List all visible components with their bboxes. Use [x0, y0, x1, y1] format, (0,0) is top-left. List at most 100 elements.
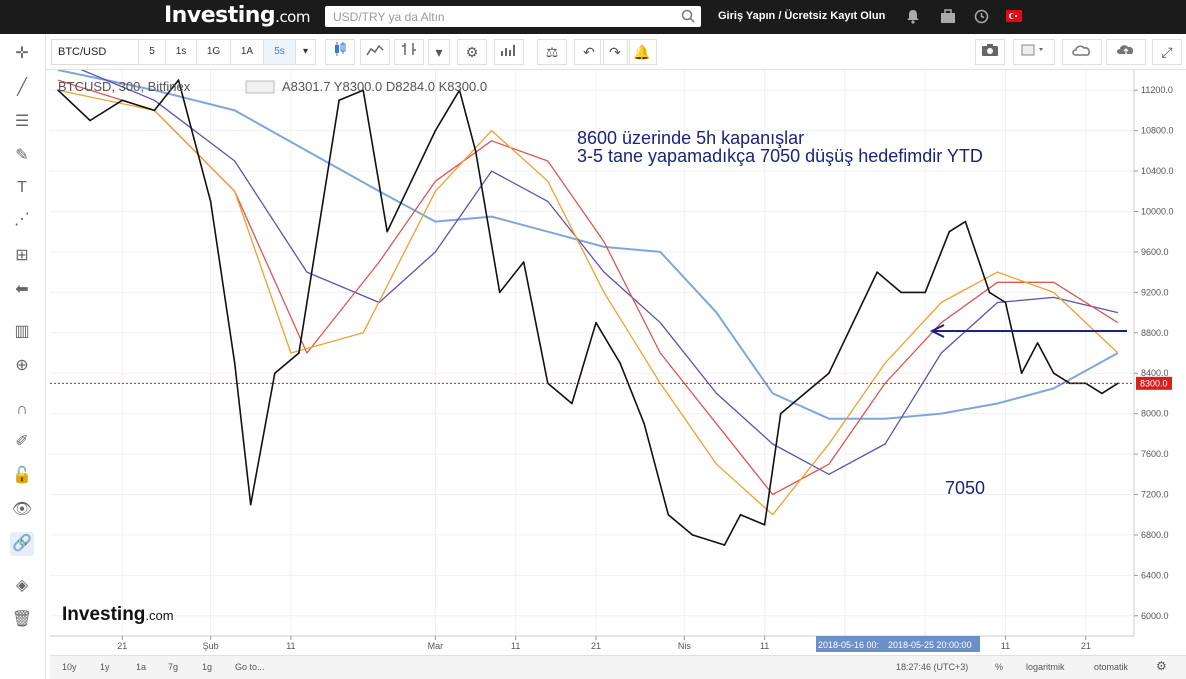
price-point: [338, 99, 340, 102]
price-point: [876, 271, 878, 273]
drawing-tools-sidebar: ✛ ╱ ☰ ✎ T ⋰ ⊞ ⬅ ▥ ⊕ ∩ ✐ 🔓 👁 🔗 ◈ 🗑: [0, 34, 46, 679]
trash-icon[interactable]: 🗑: [10, 608, 34, 632]
range-1a-button[interactable]: 1a: [136, 662, 146, 672]
alert-bell-icon[interactable]: 🔔: [627, 39, 657, 65]
back-arrow-icon[interactable]: ⬅: [10, 278, 34, 302]
settings-gear-icon[interactable]: ⚙: [457, 39, 487, 65]
x-tick-label: 21: [1081, 641, 1091, 651]
price-point: [1101, 392, 1103, 395]
annotation-target: 7050: [945, 478, 985, 498]
percent-toggle[interactable]: %: [995, 662, 1003, 672]
goto-button[interactable]: Go to...: [235, 662, 265, 672]
ruler-icon[interactable]: ▥: [10, 320, 34, 344]
portfolio-icon[interactable]: [940, 9, 956, 29]
y-tick-label: 7600.0: [1141, 449, 1169, 459]
watermark-logo: Investing.com: [62, 604, 174, 625]
y-tick-label: 8400.0: [1141, 368, 1169, 378]
cloud-save-icon[interactable]: [1062, 39, 1102, 65]
x-tick-label: Mar: [428, 641, 444, 651]
price-point: [723, 544, 726, 546]
search-input[interactable]: USD/TRY ya da Altın: [325, 6, 701, 27]
candlestick-icon[interactable]: [325, 39, 355, 65]
price-point: [1052, 372, 1055, 375]
indicators-icon[interactable]: [394, 39, 424, 65]
annotation-line-2: 3-5 tane yapamadıkça 7050 düşüş hedefimd…: [577, 146, 983, 166]
investing-logo[interactable]: Investing.com: [164, 3, 310, 28]
compare-scale-icon[interactable]: ⚖: [537, 39, 567, 65]
y-tick-label: 8000.0: [1141, 409, 1169, 419]
cloud-upload-icon[interactable]: [1106, 39, 1146, 65]
crosshair-icon[interactable]: ✛: [10, 42, 34, 66]
x-tick-label: 11: [511, 641, 520, 651]
x-tick-label: 11: [286, 641, 295, 651]
range-1g-button[interactable]: 1g: [202, 662, 212, 672]
lock-icon[interactable]: 🔓: [10, 464, 34, 488]
pencil-lock-icon[interactable]: ✐: [10, 430, 34, 454]
interval-dropdown-button[interactable]: ▾: [296, 39, 316, 65]
zoom-in-icon[interactable]: ⊕: [10, 354, 34, 378]
auto-toggle[interactable]: otomatik: [1094, 662, 1128, 672]
symbol-input[interactable]: BTC/USD: [51, 39, 139, 65]
price-point: [249, 503, 252, 506]
pattern-tool-icon[interactable]: ⋰: [10, 208, 34, 232]
camera-icon[interactable]: [975, 39, 1005, 65]
studies-bars-icon[interactable]: [494, 39, 524, 65]
last-price-label: 8300.0: [1140, 378, 1168, 388]
interval-5h-button[interactable]: 5s: [264, 39, 296, 65]
price-point: [643, 422, 645, 425]
range-end-label: 2018-05-25 20:00:00: [888, 640, 972, 650]
price-point: [691, 534, 694, 536]
interval-1h-button[interactable]: 1s: [166, 39, 197, 65]
y-tick-label: 6000.0: [1141, 611, 1169, 621]
horizontal-lines-icon[interactable]: ☰: [10, 110, 34, 134]
price-point: [619, 362, 621, 364]
turkey-flag-icon[interactable]: [1006, 9, 1022, 27]
price-chart[interactable]: 6000.0 6400.0 6800.0 7200.0 7600.0 8000.0 8400…: [50, 70, 1186, 655]
log-toggle[interactable]: logaritmik: [1026, 662, 1065, 672]
interval-1m-button[interactable]: 1A: [231, 39, 264, 65]
link-icon[interactable]: 🔗: [10, 532, 34, 556]
magnet-icon[interactable]: ∩: [10, 398, 34, 422]
redo-icon[interactable]: ↷: [600, 39, 630, 65]
price-point: [1036, 342, 1039, 344]
range-7g-button[interactable]: 7g: [168, 662, 178, 672]
area-chart-icon[interactable]: [360, 39, 390, 65]
price-point: [803, 392, 806, 395]
login-register-link[interactable]: Giriş Yapın / Ücretsiz Kayıt Olun: [718, 10, 885, 22]
search-icon[interactable]: [681, 9, 695, 26]
price-point: [1020, 372, 1023, 375]
legend-values: A8301.7 Y8300.0 D8284.0 K8300.0: [282, 79, 487, 94]
bottom-settings-icon[interactable]: ⚙: [1156, 659, 1167, 673]
fib-tool-icon[interactable]: ⊞: [10, 244, 34, 268]
chart-toolbar: BTC/USD 5 1s 1G 1A 5s ▾ ▾ ⚙ ⚖ ↶ ↷ 🔔 ⤢: [0, 34, 1186, 70]
range-1y-button[interactable]: 1y: [100, 662, 110, 672]
brush-icon[interactable]: ✎: [10, 144, 34, 168]
clock-icon[interactable]: [974, 9, 989, 29]
price-point: [779, 412, 782, 415]
price-point: [852, 321, 854, 324]
layers-icon[interactable]: ◈: [10, 574, 34, 598]
price-point: [924, 291, 927, 294]
price-point: [298, 352, 300, 354]
fullscreen-icon[interactable]: ⤢: [1152, 39, 1182, 65]
price-point: [474, 150, 477, 152]
price-point: [209, 200, 212, 203]
trend-line-icon[interactable]: ╱: [10, 76, 34, 100]
price-point: [522, 261, 525, 263]
legend-series: BTCUSD, 300, Bitfinex: [58, 79, 191, 94]
price-point: [498, 291, 501, 294]
notification-bell-icon[interactable]: [906, 9, 920, 29]
indicators-dropdown-button[interactable]: ▾: [428, 39, 450, 65]
price-point: [595, 321, 597, 324]
eye-icon[interactable]: 👁: [10, 498, 34, 522]
price-point: [1004, 301, 1007, 304]
color-picker-button[interactable]: [1013, 39, 1055, 65]
interval-1d-button[interactable]: 1G: [197, 39, 231, 65]
range-10y-button[interactable]: 10y: [62, 662, 77, 672]
bottom-bar: 10y 1y 1a 7g 1g Go to... 18:27:46 (UTC+3…: [50, 655, 1186, 679]
x-tick-label: Nis: [678, 641, 691, 651]
interval-5m-button[interactable]: 5: [139, 39, 166, 65]
series-legend: BTCUSD, 300, Bitfinex A8301.7 Y8300.0 D8…: [58, 79, 487, 94]
text-tool-icon[interactable]: T: [10, 176, 34, 200]
y-tick-label: 10000.0: [1141, 207, 1174, 217]
